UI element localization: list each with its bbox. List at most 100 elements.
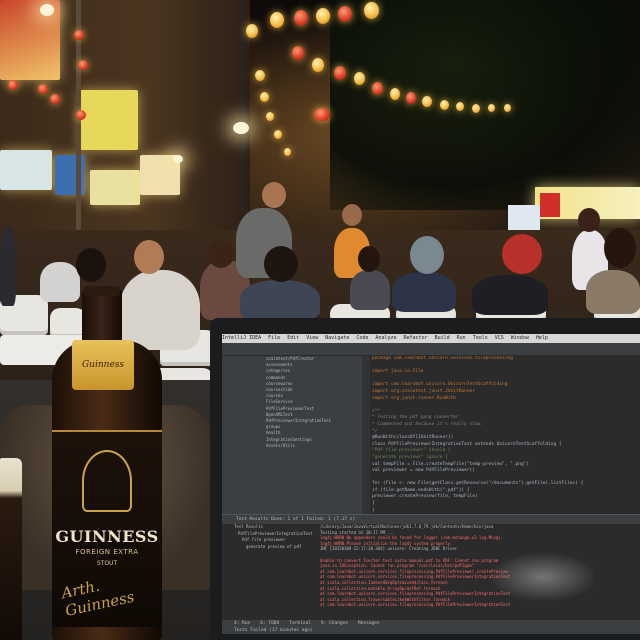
code-editor[interactable]: package com.learnbot.unicorn.services.fi…	[362, 356, 640, 514]
tool-window-tab[interactable]: 4: Run	[234, 621, 250, 626]
person	[472, 275, 548, 315]
lantern	[270, 12, 284, 28]
tree-canopy	[330, 0, 640, 210]
lantern	[472, 104, 480, 113]
ide-status-bar: 4: Run 6: TODO Terminal 9: Changes Messages …	[222, 620, 640, 634]
menu-item[interactable]: File	[268, 335, 280, 341]
screen-glare	[488, 552, 598, 602]
code-line: import com.learnbot.unicorn.UnicornTestS…	[372, 382, 508, 388]
bottle-cap	[84, 286, 120, 296]
person-head	[76, 248, 106, 282]
person-head	[358, 246, 380, 272]
person	[586, 270, 640, 314]
code-line: }	[372, 501, 375, 507]
bottle-brand: GUINNESS	[55, 527, 159, 546]
person-head	[134, 240, 164, 274]
menu-item[interactable]: Help	[536, 335, 548, 341]
person-head	[264, 246, 298, 282]
editor-gutter	[362, 356, 370, 514]
lantern	[292, 46, 304, 60]
neck-label: Guinness	[72, 340, 134, 390]
code-line: "generate previews" ignore {	[372, 454, 448, 460]
person-head	[578, 208, 600, 232]
lantern	[246, 24, 258, 38]
person	[240, 280, 320, 320]
menu-item[interactable]: Analyze	[375, 335, 396, 341]
tool-window-tab[interactable]: 9: Changes	[321, 621, 348, 626]
lantern	[312, 58, 324, 72]
code-line: import java.io.File	[372, 369, 424, 375]
lantern	[76, 110, 86, 120]
lantern	[78, 60, 88, 70]
person-head	[262, 182, 286, 208]
night-market-scene: Guinness GUINNESS FOREIGN EXTRA STOUT Ar…	[0, 0, 640, 640]
menu-item[interactable]: Window	[511, 335, 529, 341]
project-tree-item[interactable]: Assets/Utils	[266, 443, 362, 449]
lantern	[372, 82, 383, 95]
person-head	[342, 204, 362, 226]
menu-item[interactable]: Code	[356, 335, 368, 341]
ide-toolbar[interactable]	[222, 343, 640, 356]
lantern	[266, 112, 274, 121]
lamp-post	[240, 0, 245, 210]
project-tree[interactable]: scalatest/PdfCreator assessments categorie…	[222, 356, 362, 514]
lantern	[354, 72, 365, 85]
restaurant-sign	[90, 170, 140, 205]
menu-item[interactable]: Tools	[473, 335, 488, 341]
code-line: "Pdf file previewer" should {	[372, 448, 451, 454]
tool-window-tabs[interactable]: 4: Run 6: TODO Terminal 9: Changes Messages	[234, 620, 640, 627]
street-light	[233, 122, 249, 134]
restaurant-sign	[0, 150, 52, 190]
menu-item[interactable]: View	[306, 335, 318, 341]
lantern	[334, 66, 346, 80]
lantern	[364, 2, 379, 19]
person-head	[502, 234, 542, 274]
lantern	[50, 94, 60, 104]
menu-item[interactable]: VCS	[495, 335, 504, 341]
lantern	[8, 80, 18, 90]
code-line: import org.scalatest.junit.JUnitRunner	[372, 388, 475, 394]
tool-window-tab[interactable]: Messages	[358, 621, 380, 626]
code-line: import org.junit.runner.RunWith	[372, 395, 456, 401]
run-panel-header: Test Results Done: 1 of 1 Failed: 1 (7.1…	[222, 514, 640, 524]
lantern	[260, 92, 269, 102]
lantern	[338, 6, 352, 22]
lantern	[488, 104, 495, 112]
bottle-neck	[82, 288, 122, 348]
code-line: @RunWith(classOf[JUnitRunner])	[372, 435, 454, 441]
lantern	[74, 30, 84, 40]
person	[392, 272, 456, 312]
status-text: Tests Failed (17 minutes ago)	[234, 628, 313, 633]
menu-item[interactable]: Run	[457, 335, 466, 341]
code-line: package com.learnbot.unicorn.services.fi…	[372, 356, 513, 361]
lantern	[284, 148, 291, 156]
tool-window-tab[interactable]: 6: TODO	[260, 621, 279, 626]
person-head	[410, 236, 444, 274]
lantern	[422, 96, 432, 107]
menu-item[interactable]: IntelliJ IDEA	[222, 335, 261, 341]
lantern	[274, 130, 282, 139]
shop-sign	[508, 205, 540, 231]
lantern	[456, 102, 464, 111]
menu-item[interactable]: Navigate	[325, 335, 349, 341]
shop-sign-logo	[540, 193, 560, 217]
ide-menu-bar[interactable]: IntelliJ IDEA File Edit View Navigate Code Ana…	[222, 334, 640, 343]
test-result-item[interactable]: generate preview of pdf	[234, 544, 314, 551]
lantern	[390, 88, 400, 100]
lantern	[314, 108, 330, 121]
bottle-variant: FOREIGN EXTRA	[75, 548, 139, 556]
test-results-tree[interactable]: Test Results PdfFilePreviewerIntegrationT…	[222, 524, 314, 620]
console-line: at com.learnbot.unicorn.services.filepro…	[320, 602, 511, 608]
restaurant-sign	[80, 90, 138, 150]
person	[40, 262, 80, 302]
person-head	[604, 228, 636, 268]
harp-logo-icon	[82, 450, 132, 512]
code-line: val previewer = new PdfFilePreviewer()	[372, 468, 475, 474]
lantern	[38, 84, 48, 94]
code-line: * Commented out because it's really slow…	[372, 421, 484, 427]
code-line: for (file <- new File(getClass.getResour…	[372, 481, 584, 487]
tool-window-tab[interactable]: Terminal	[289, 621, 311, 626]
menu-item[interactable]: Refactor	[404, 335, 428, 341]
menu-item[interactable]: Edit	[287, 335, 299, 341]
menu-item[interactable]: Build	[435, 335, 450, 341]
